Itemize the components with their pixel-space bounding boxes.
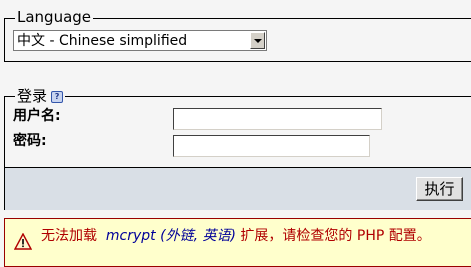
error-paren-close: ): [230, 228, 236, 244]
login-fieldset: 登录? 用户名: 密码: 执行: [4, 88, 471, 210]
language-select-value: 中文 - Chinese simplified: [17, 33, 188, 49]
warning-icon: [14, 233, 32, 250]
error-comma: ,: [193, 228, 199, 244]
external-link[interactable]: 外链: [166, 228, 194, 244]
error-box: 无法加载 mcrypt (外链, 英语) 扩展，请检查您的 PHP 配置。: [4, 218, 471, 267]
password-input[interactable]: [173, 135, 370, 157]
password-label: 密码:: [13, 133, 47, 149]
chevron-down-icon[interactable]: [250, 32, 265, 49]
login-legend: 登录?: [15, 87, 66, 105]
username-label: 用户名:: [13, 108, 61, 124]
error-message: 无法加载 mcrypt (外链, 英语) 扩展，请检查您的 PHP 配置。: [41, 227, 471, 245]
submit-button[interactable]: 执行: [416, 177, 463, 201]
error-text-after: 扩展，请检查您的 PHP 配置。: [240, 228, 431, 244]
help-icon[interactable]: ?: [51, 90, 64, 103]
language-select[interactable]: 中文 - Chinese simplified: [13, 30, 267, 51]
english-link[interactable]: 英语: [203, 228, 231, 244]
language-legend: Language: [15, 8, 94, 26]
username-input[interactable]: [173, 108, 382, 130]
error-text-before: 无法加载: [41, 228, 97, 244]
language-fieldset: Language 中文 - Chinese simplified: [4, 9, 471, 62]
mcrypt-module-link[interactable]: mcrypt: [106, 228, 156, 244]
login-footer: 执行: [5, 167, 471, 210]
login-legend-text: 登录: [17, 87, 48, 105]
